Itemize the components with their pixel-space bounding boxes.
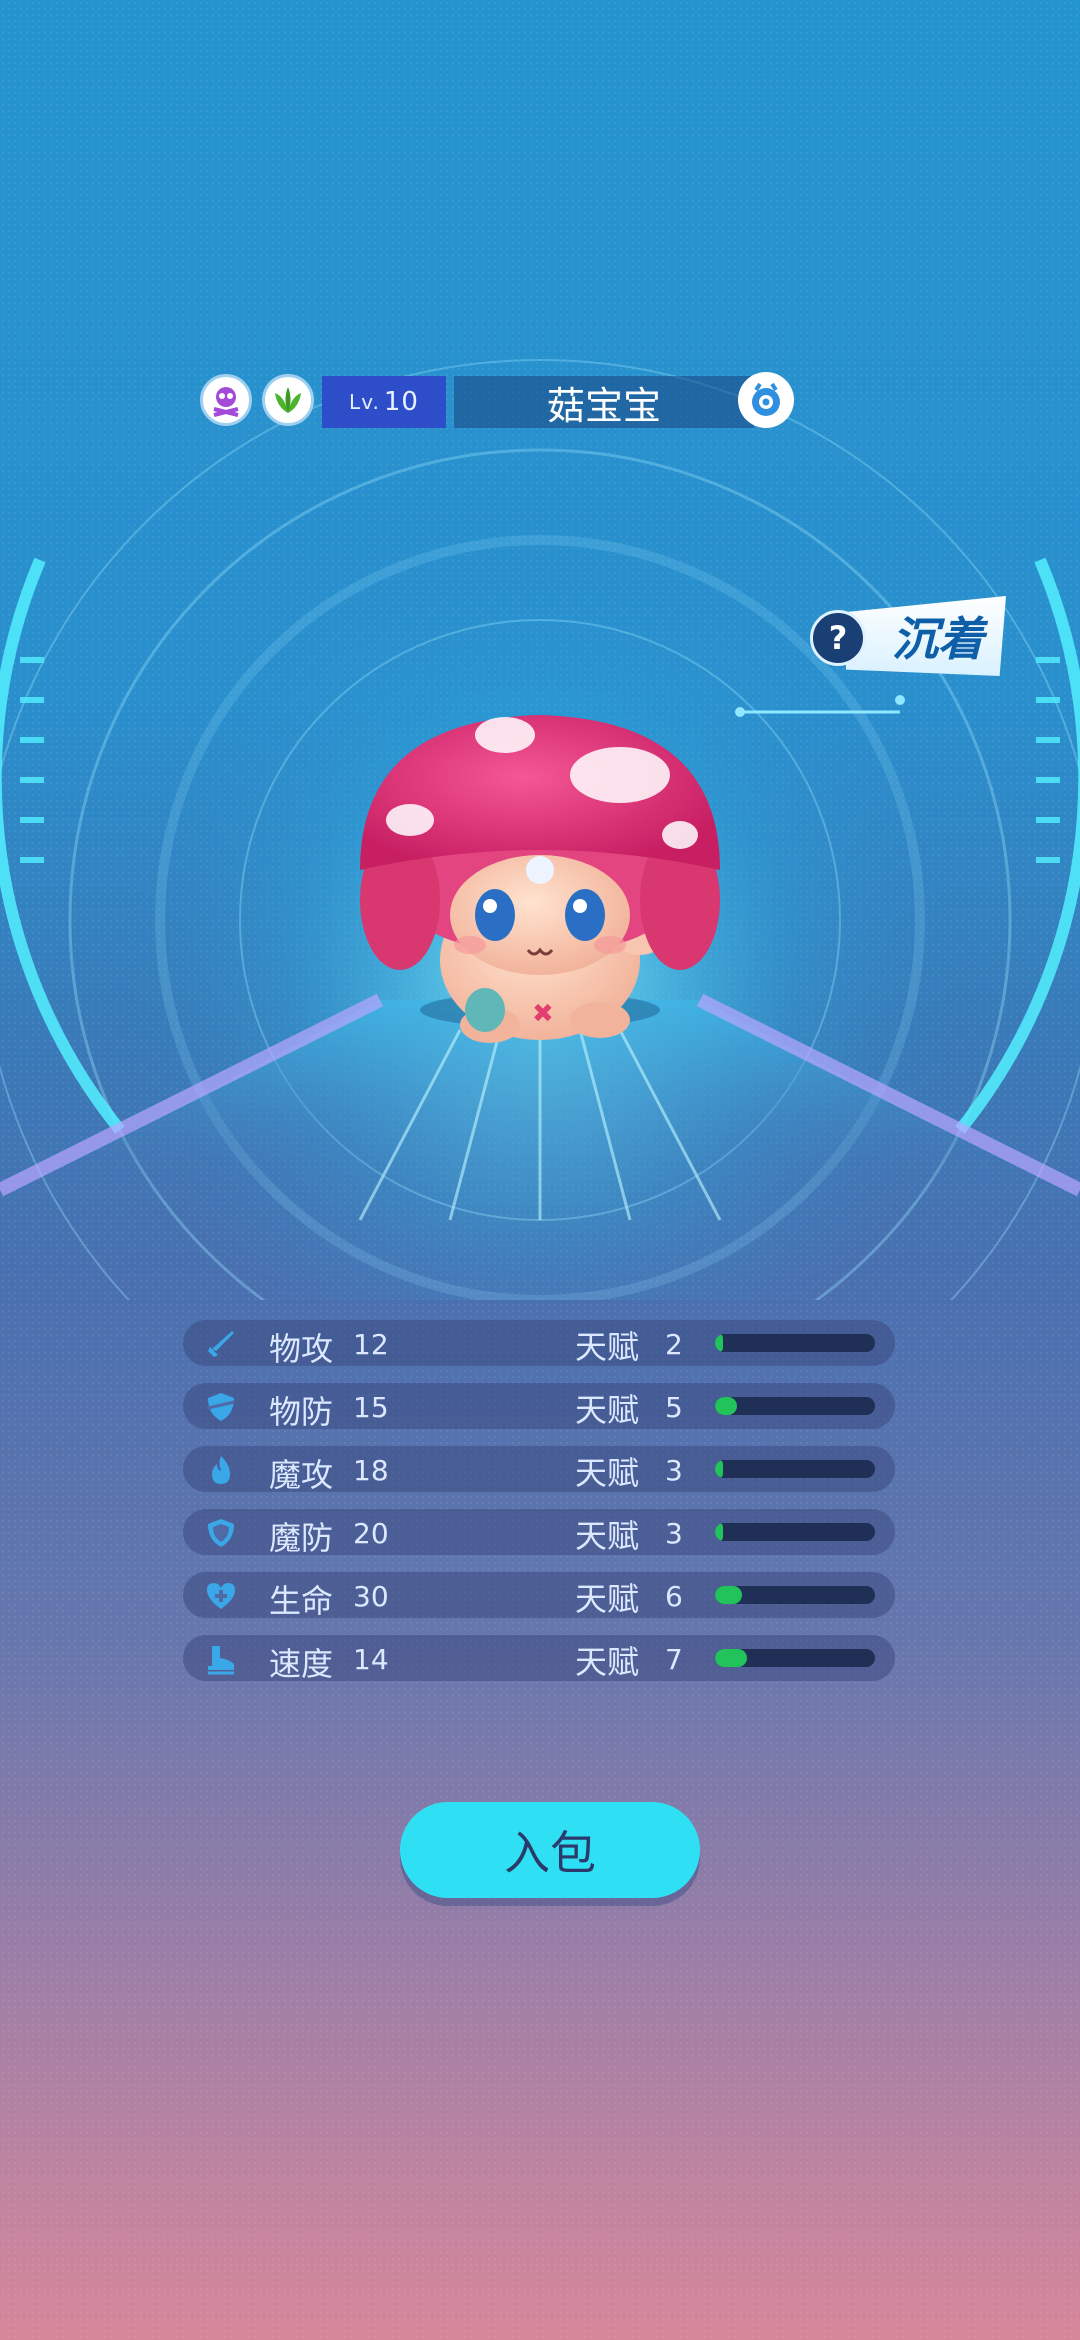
talent-label: 天赋 [575, 1580, 640, 1618]
talent-value: 2 [665, 1328, 683, 1361]
talent-bar-fill [715, 1460, 723, 1478]
talent-label: 天赋 [575, 1328, 640, 1366]
stat-value: 12 [353, 1328, 389, 1361]
trait-label: 沉着 [846, 596, 1006, 676]
talent-value: 6 [665, 1580, 683, 1613]
talent-bar-fill [715, 1649, 747, 1667]
talent-bar-fill [715, 1334, 723, 1352]
stat-name: 物攻 [269, 1330, 334, 1368]
shield-icon [203, 1389, 239, 1425]
pet-name: 菇宝宝 [454, 376, 754, 428]
pet-header: Lv. 10 菇宝宝 [200, 372, 800, 430]
talent-label: 天赋 [575, 1517, 640, 1555]
pet-detail-screen: ✖ Lv. 10 菇宝宝 ? 沉着 物攻 12 天赋 2 物防 15 天赋 5 … [0, 0, 1080, 2340]
level-value: 10 [383, 387, 419, 417]
stat-row-health: 生命 30 天赋 6 [183, 1572, 895, 1620]
stat-name: 生命 [269, 1582, 334, 1620]
talent-label: 天赋 [575, 1643, 640, 1681]
stat-name: 物防 [269, 1393, 334, 1431]
svg-text:✖: ✖ [532, 999, 554, 1029]
talent-value: 3 [665, 1517, 683, 1550]
sword-icon [203, 1326, 239, 1362]
stat-row-speed: 速度 14 天赋 7 [183, 1635, 895, 1683]
stat-name: 魔防 [269, 1519, 334, 1557]
stat-row-physical-attack: 物攻 12 天赋 2 [183, 1320, 895, 1368]
stat-row-magic-attack: 魔攻 18 天赋 3 [183, 1446, 895, 1494]
grass-leaf-icon[interactable] [262, 374, 314, 426]
put-in-bag-button[interactable]: 入包 [400, 1802, 700, 1898]
talent-bar [715, 1460, 875, 1478]
left-glow-arc [0, 557, 125, 1134]
talent-label: 天赋 [575, 1454, 640, 1492]
talent-value: 7 [665, 1643, 683, 1676]
stat-row-physical-defense: 物防 15 天赋 5 [183, 1383, 895, 1431]
talent-bar-fill [715, 1586, 743, 1604]
talent-value: 5 [665, 1391, 683, 1424]
talent-bar [715, 1586, 875, 1604]
heart-plus-icon [203, 1578, 239, 1614]
magic-shield-icon [203, 1515, 239, 1551]
level-label: Lv. 10 [322, 376, 446, 428]
talent-bar [715, 1649, 875, 1667]
gender-icon [738, 372, 794, 428]
stat-name: 速度 [269, 1645, 334, 1683]
talent-bar [715, 1334, 875, 1352]
talent-bar-fill [715, 1523, 723, 1541]
stat-row-magic-defense: 魔防 20 天赋 3 [183, 1509, 895, 1557]
stat-value: 20 [353, 1517, 389, 1550]
talent-bar [715, 1523, 875, 1541]
help-question-icon[interactable]: ? [810, 610, 866, 666]
stat-name: 魔攻 [269, 1456, 334, 1494]
boot-icon [203, 1641, 239, 1677]
talent-label: 天赋 [575, 1391, 640, 1429]
talent-bar-fill [715, 1397, 738, 1415]
stats-list: 物攻 12 天赋 2 物防 15 天赋 5 魔攻 18 天赋 3 魔防 20 天… [183, 1320, 895, 1698]
stat-value: 30 [353, 1580, 389, 1613]
stat-value: 14 [353, 1643, 389, 1676]
flame-icon [203, 1452, 239, 1488]
poison-skull-icon[interactable] [200, 374, 252, 426]
personality-trait-tag[interactable]: ? 沉着 [810, 596, 1010, 676]
talent-value: 3 [665, 1454, 683, 1487]
stat-value: 15 [353, 1391, 389, 1424]
level-prefix: Lv. [349, 390, 380, 414]
stat-value: 18 [353, 1454, 389, 1487]
talent-bar [715, 1397, 875, 1415]
